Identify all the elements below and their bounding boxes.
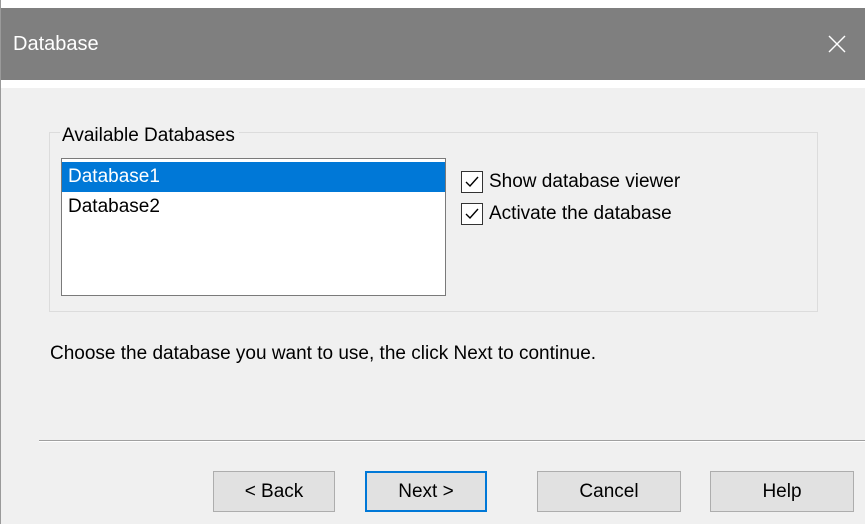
show-database-viewer-label: Show database viewer	[489, 171, 681, 192]
checkmark-icon	[465, 208, 479, 220]
list-item-database1[interactable]: Database1	[62, 162, 445, 192]
separator	[39, 440, 865, 442]
activate-database-option[interactable]: Activate the database	[461, 200, 672, 228]
show-database-viewer-checkbox[interactable]	[461, 171, 483, 193]
title-bar-background	[1, 8, 865, 80]
activate-database-label: Activate the database	[489, 203, 672, 224]
title-bar: Database	[1, 0, 865, 88]
back-button[interactable]: < Back	[213, 471, 335, 512]
cancel-button[interactable]: Cancel	[537, 471, 681, 512]
checkmark-icon	[465, 176, 479, 188]
instruction-text: Choose the database you want to use, the…	[50, 343, 597, 364]
database-listbox[interactable]: Database1 Database2	[61, 158, 446, 296]
window-title: Database	[13, 33, 99, 55]
close-icon	[827, 34, 847, 54]
close-button[interactable]	[808, 8, 865, 80]
database-dialog: Database Available Databases Database1 D…	[0, 0, 865, 524]
available-databases-label: Available Databases	[60, 124, 239, 148]
next-button[interactable]: Next >	[365, 471, 487, 512]
list-item-database2[interactable]: Database2	[62, 192, 445, 222]
show-database-viewer-option[interactable]: Show database viewer	[461, 168, 680, 196]
activate-database-checkbox[interactable]	[461, 203, 483, 225]
help-button[interactable]: Help	[710, 471, 854, 512]
